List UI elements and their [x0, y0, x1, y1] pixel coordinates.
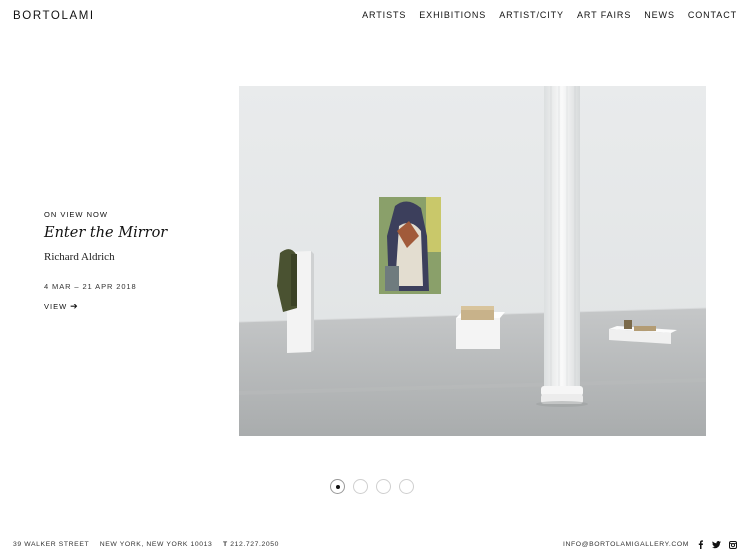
site-logo[interactable]: BORTOLAMI: [13, 10, 95, 22]
gallery-installation-image: [239, 86, 706, 436]
main-nav: ARTISTS EXHIBITIONS ARTIST/CITY ART FAIR…: [362, 10, 737, 20]
view-label: VIEW: [44, 302, 68, 311]
email-link[interactable]: INFO@BORTOLAMIGALLERY.COM: [563, 541, 689, 548]
nav-artists[interactable]: ARTISTS: [362, 10, 406, 20]
phone-prefix: T: [222, 541, 228, 548]
twitter-icon[interactable]: [712, 540, 721, 549]
site-footer: 39 WALKER STREET NEW YORK, NEW YORK 1001…: [13, 540, 737, 549]
facebook-icon[interactable]: [696, 540, 705, 549]
footer-address: 39 WALKER STREET NEW YORK, NEW YORK 1001…: [13, 541, 287, 548]
slide-dot-3[interactable]: [376, 479, 391, 494]
footer-contact: INFO@BORTOLAMIGALLERY.COM: [563, 540, 737, 549]
nav-contact[interactable]: CONTACT: [688, 10, 737, 20]
exhibition-dates: 4 MAR – 21 APR 2018: [44, 282, 137, 291]
phone-number[interactable]: T 212.727.2050: [223, 541, 279, 548]
view-link[interactable]: VIEW ➔: [44, 301, 79, 312]
arrow-right-icon: ➔: [70, 301, 79, 311]
featured-exhibition: ON VIEW NOW Enter the Mirror Richard Ald…: [44, 210, 224, 314]
slide-dot-4[interactable]: [399, 479, 414, 494]
exhibition-title[interactable]: Enter the Mirror: [44, 225, 224, 241]
nav-art-fairs[interactable]: ART FAIRS: [577, 10, 631, 20]
nav-exhibitions[interactable]: EXHIBITIONS: [419, 10, 486, 20]
city-address: NEW YORK, NEW YORK 10013: [99, 541, 213, 548]
phone-value: 212.727.2050: [230, 541, 279, 548]
on-view-label: ON VIEW NOW: [44, 210, 108, 219]
slide-pagination: [330, 479, 414, 494]
street-address: 39 WALKER STREET: [13, 541, 90, 548]
slide-dot-2[interactable]: [353, 479, 368, 494]
artist-name: Richard Aldrich: [44, 251, 115, 263]
instagram-icon[interactable]: [728, 540, 737, 549]
installation-photo[interactable]: [239, 86, 706, 436]
nav-news[interactable]: NEWS: [644, 10, 675, 20]
slide-dot-1[interactable]: [330, 479, 345, 494]
nav-artist-city[interactable]: ARTIST/CITY: [499, 10, 564, 20]
